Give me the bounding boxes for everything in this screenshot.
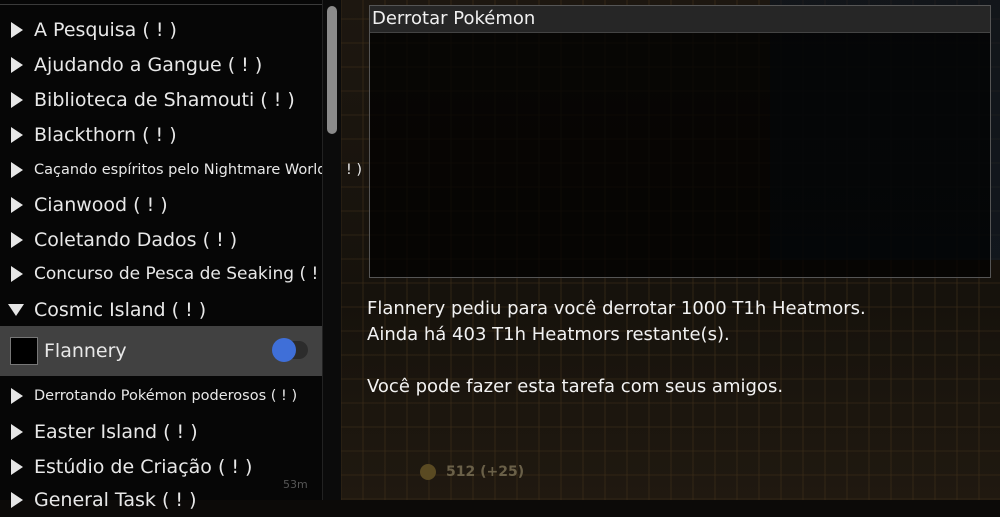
expand-arrow-icon[interactable]: [11, 126, 23, 143]
quest-label: Cianwood ( ! ): [34, 193, 168, 216]
expand-arrow-icon[interactable]: [11, 265, 23, 282]
expand-arrow-icon[interactable]: [11, 458, 23, 475]
task-label: Flannery: [44, 340, 127, 362]
description-line: Você pode fazer esta tarefa com seus ami…: [367, 376, 784, 397]
coin-count: 512: [446, 464, 476, 480]
quest-item[interactable]: Caçando espíritos pelo Nightmare World. …: [0, 152, 362, 187]
quest-item[interactable]: Biblioteca de Shamouti ( ! ): [0, 82, 322, 117]
quest-item[interactable]: Concurso de Pesca de Seaking ( ! ): [0, 256, 330, 291]
objective-box: Derrotar Pokémon: [369, 5, 991, 278]
quest-list-scrollbar[interactable]: [322, 0, 341, 500]
quest-item[interactable]: Estúdio de Criação ( ! ): [0, 449, 322, 484]
quest-label: Concurso de Pesca de Seaking ( ! ): [34, 263, 331, 284]
quest-item[interactable]: Ajudando a Gangue ( ! ): [0, 47, 322, 82]
expand-arrow-icon[interactable]: [11, 21, 23, 38]
collapse-arrow-icon[interactable]: [8, 303, 24, 316]
coin-icon: [420, 464, 436, 480]
task-row-selected[interactable]: Flannery: [0, 326, 322, 376]
track-toggle[interactable]: [272, 338, 308, 362]
expand-arrow-icon[interactable]: [11, 387, 23, 404]
expand-arrow-icon[interactable]: [11, 231, 23, 248]
quest-item[interactable]: Cianwood ( ! ): [0, 187, 322, 222]
timer-hint: 53m: [283, 478, 308, 491]
expand-arrow-icon[interactable]: [11, 161, 23, 178]
description-line: Flannery pediu para você derrotar 1000 T…: [367, 298, 866, 319]
quest-label: Ajudando a Gangue ( ! ): [34, 53, 263, 76]
quest-label: Blackthorn ( ! ): [34, 123, 177, 146]
coin-bonus: (+25): [480, 464, 525, 480]
objective-title: Derrotar Pokémon: [370, 6, 990, 33]
expand-arrow-icon[interactable]: [11, 196, 23, 213]
quest-label: Coletando Dados ( ! ): [34, 228, 238, 251]
quest-list-panel: A Pesquisa ( ! ) Ajudando a Gangue ( ! )…: [0, 0, 362, 511]
quest-item[interactable]: Derrotando Pokémon poderosos ( ! ): [0, 378, 322, 413]
expand-arrow-icon[interactable]: [11, 56, 23, 73]
quest-label: Cosmic Island ( ! ): [34, 298, 207, 321]
task-checkbox[interactable]: [10, 337, 38, 365]
quest-item[interactable]: Coletando Dados ( ! ): [0, 222, 322, 257]
quest-label: Easter Island ( ! ): [34, 420, 198, 443]
quest-label: Caçando espíritos pelo Nightmare World. …: [34, 161, 363, 178]
hud-currency: 512 (+25): [420, 464, 524, 480]
description-line: Ainda há 403 T1h Heatmors restante(s).: [367, 324, 730, 345]
quest-item[interactable]: A Pesquisa ( ! ): [0, 12, 322, 47]
quest-label: Biblioteca de Shamouti ( ! ): [34, 88, 295, 111]
scroll-thumb[interactable]: [327, 6, 337, 134]
task-description: Flannery pediu para você derrotar 1000 T…: [367, 296, 987, 400]
quest-item[interactable]: Blackthorn ( ! ): [0, 117, 322, 152]
toggle-knob: [272, 338, 296, 362]
quest-item[interactable]: Easter Island ( ! ): [0, 414, 322, 449]
quest-item-expanded[interactable]: Cosmic Island ( ! ): [0, 292, 322, 327]
expand-arrow-icon[interactable]: [11, 91, 23, 108]
quest-label: A Pesquisa ( ! ): [34, 18, 177, 41]
quest-label: Estúdio de Criação ( ! ): [34, 455, 253, 478]
expand-arrow-icon[interactable]: [11, 423, 23, 440]
quest-label: Derrotando Pokémon poderosos ( ! ): [34, 387, 298, 404]
